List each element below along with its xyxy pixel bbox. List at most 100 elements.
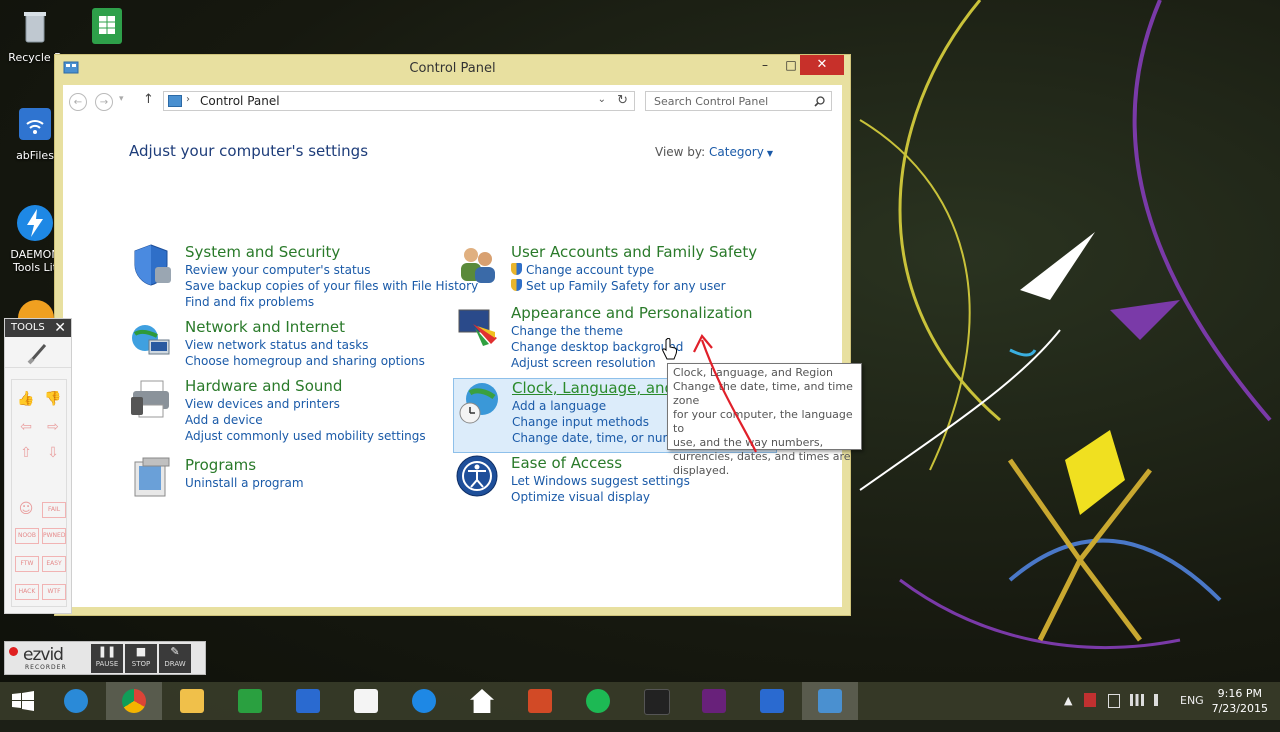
category-title-link[interactable]: Appearance and Personalization (511, 304, 753, 323)
taskbar-document[interactable] (338, 682, 394, 720)
view-by-dropdown[interactable]: Category ▼ (709, 145, 773, 159)
stamp-ftw[interactable]: FTW (15, 556, 39, 572)
brush-tool[interactable] (5, 337, 71, 368)
minimize-button[interactable]: – (752, 55, 778, 75)
address-dropdown-button[interactable]: ⌄ (598, 94, 606, 105)
task-link[interactable]: Optimize visual display (511, 489, 690, 505)
clock-globe-icon (459, 383, 498, 424)
control-panel-icon (168, 95, 182, 107)
category-title-link[interactable]: System and Security (185, 243, 478, 262)
security-tray-icon[interactable] (1084, 693, 1096, 707)
visual-studio-icon (702, 689, 726, 713)
category-title-link[interactable]: Network and Internet (185, 318, 425, 337)
category-title-link[interactable]: Programs (185, 456, 304, 475)
taskbar-clock[interactable]: 9:16 PM 7/23/2015 (1212, 686, 1268, 716)
desktop-icon-spreadsheet[interactable] (72, 6, 136, 51)
ezvid-logo: ezvid (23, 645, 64, 665)
uac-shield-icon (511, 279, 522, 291)
ezvid-recorder: ezvid RECORDER ❚❚ PAUSE ■ STOP ✎ DRAW (4, 641, 206, 675)
task-link[interactable]: Review your computer's status (185, 262, 478, 278)
daemon-tools-icon (17, 205, 53, 241)
taskbar-home[interactable] (454, 682, 510, 720)
task-link[interactable]: Add a device (185, 412, 426, 428)
task-link[interactable]: Save backup copies of your files with Fi… (185, 278, 478, 294)
stamp-arrow-down[interactable]: ⇩ (42, 444, 64, 462)
stamp-pwned[interactable]: PWNED (42, 528, 66, 544)
search-input[interactable]: Search Control Panel (645, 91, 832, 111)
taskbar-amazon[interactable] (628, 682, 684, 720)
taskbar-store[interactable] (222, 682, 278, 720)
search-icon[interactable] (814, 96, 825, 107)
network-tray-icon[interactable] (1130, 694, 1144, 706)
tooltip: Clock, Language, and Region Change the d… (667, 363, 862, 477)
taskbar-visual-studio[interactable] (686, 682, 742, 720)
printer-icon (131, 380, 169, 418)
draw-button[interactable]: ✎ DRAW (159, 644, 191, 673)
stamp-thumbs-up[interactable]: 👍 (15, 390, 37, 408)
address-bar-row: ← → ▾ ↑ › Control Panel ⌄ ↻ Search Contr… (63, 85, 842, 117)
address-field[interactable]: › Control Panel ⌄ ↻ (163, 91, 635, 111)
task-link[interactable]: Let Windows suggest settings (511, 473, 690, 489)
stamp-fail[interactable]: FAIL (42, 502, 66, 518)
category-title-link[interactable]: Hardware and Sound (185, 377, 426, 396)
spotify-icon (586, 689, 610, 713)
task-link[interactable]: View network status and tasks (185, 337, 425, 353)
close-icon[interactable]: ✕ (54, 319, 66, 337)
task-link[interactable]: Change account type (511, 262, 757, 278)
file-explorer-icon (180, 689, 204, 713)
stamp-hack[interactable]: HACK (15, 584, 39, 600)
task-link[interactable]: Choose homegroup and sharing options (185, 353, 425, 369)
store-icon (238, 689, 262, 713)
back-button[interactable]: ← (69, 93, 87, 111)
task-link[interactable]: Change the theme (511, 323, 753, 339)
taskbar-daemon[interactable] (744, 682, 800, 720)
recycle-bin-icon (24, 12, 46, 43)
taskbar-internet-explorer[interactable] (48, 682, 104, 720)
draw-label: DRAW (164, 660, 186, 668)
network-globe-icon (132, 325, 170, 355)
taskbar-spotify[interactable] (570, 682, 626, 720)
control-panel-window: Control Panel – □ ✕ ← → ▾ ↑ › Control Pa… (54, 54, 851, 616)
close-button[interactable]: ✕ (800, 55, 844, 75)
stamp-thumbs-down[interactable]: 👎 (42, 390, 64, 408)
task-link[interactable]: Change desktop background (511, 339, 753, 355)
powerpoint-icon (528, 689, 552, 713)
stamp-easy[interactable]: EASY (42, 556, 66, 572)
title-bar[interactable]: Control Panel – □ ✕ (55, 55, 850, 83)
refresh-button[interactable]: ↻ (617, 93, 628, 108)
phone-tray-icon[interactable] (1108, 694, 1120, 708)
taskbar-control-panel[interactable] (802, 682, 858, 720)
taskbar-chrome[interactable] (106, 682, 162, 720)
stamp-arrow-right[interactable]: ⇨ (42, 418, 64, 436)
stamp-arrow-up[interactable]: ⇧ (15, 444, 37, 462)
taskbar-daemon-lite[interactable] (396, 682, 452, 720)
stamp-noob[interactable]: NOOB (15, 528, 39, 544)
chevron-down-icon: ▼ (766, 149, 773, 158)
stop-button[interactable]: ■ STOP (125, 644, 157, 673)
tools-panel-header: TOOLS ✕ (5, 319, 71, 337)
task-link[interactable]: View devices and printers (185, 396, 426, 412)
taskbar-file-explorer[interactable] (164, 682, 220, 720)
category-title-link[interactable]: Ease of Access (511, 454, 690, 473)
task-link[interactable]: Uninstall a program (185, 475, 304, 491)
forward-button[interactable]: → (95, 93, 113, 111)
spreadsheet-shortcut-icon (92, 8, 122, 44)
taskbar-powerpoint[interactable] (512, 682, 568, 720)
breadcrumb-control-panel[interactable]: Control Panel (200, 94, 280, 108)
task-link[interactable]: Find and fix problems (185, 294, 478, 310)
stamp-smiley[interactable]: ☺ (15, 500, 37, 518)
show-hidden-icons-button[interactable]: ▲ (1064, 694, 1072, 732)
pause-button[interactable]: ❚❚ PAUSE (91, 644, 123, 673)
recent-locations-button[interactable]: ▾ (119, 94, 124, 104)
volume-tray-icon[interactable] (1154, 694, 1170, 706)
task-link-label: Set up Family Safety for any user (526, 279, 726, 293)
taskbar-daemon-tools[interactable] (280, 682, 336, 720)
task-link[interactable]: Set up Family Safety for any user (511, 278, 757, 294)
stamp-wtf[interactable]: WTF (42, 584, 66, 600)
up-button[interactable]: ↑ (143, 92, 154, 107)
stamp-arrow-left[interactable]: ⇦ (15, 418, 37, 436)
wifi-files-icon (19, 108, 51, 140)
task-link[interactable]: Adjust commonly used mobility settings (185, 428, 426, 444)
category-title-link[interactable]: User Accounts and Family Safety (511, 243, 757, 262)
language-indicator[interactable]: ENG (1180, 694, 1204, 732)
